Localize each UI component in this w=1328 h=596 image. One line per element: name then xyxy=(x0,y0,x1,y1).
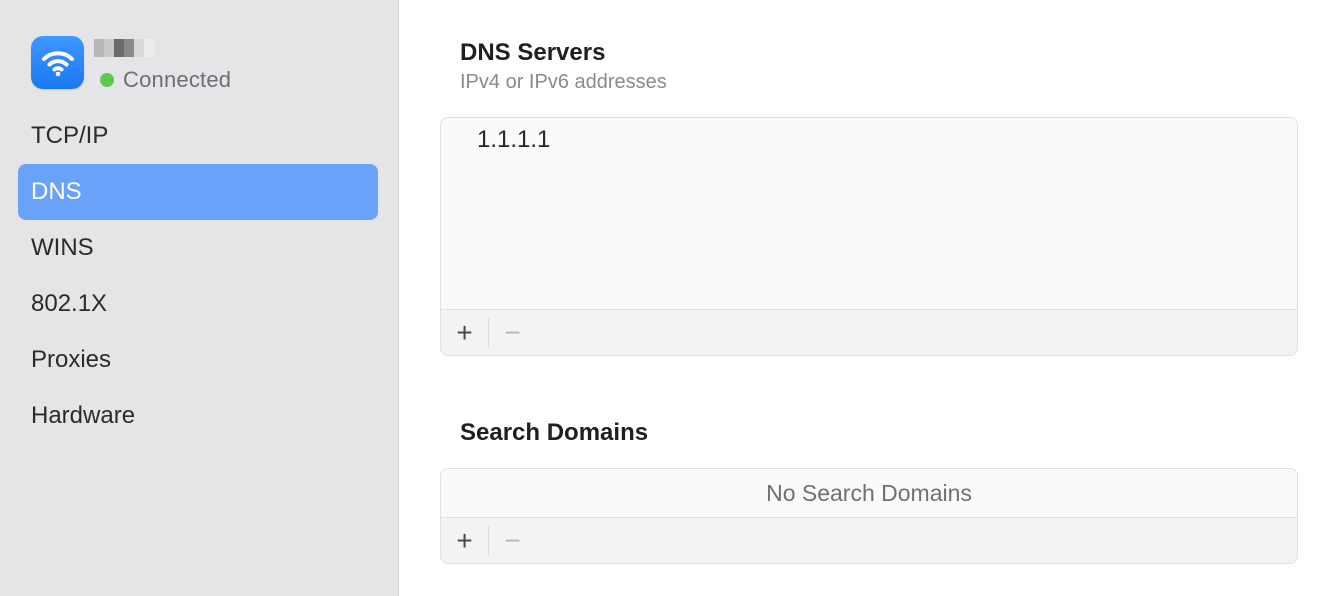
remove-search-domain-button[interactable]: − xyxy=(489,518,536,564)
remove-dns-server-button[interactable]: − xyxy=(489,310,536,356)
search-domains-toolbar: + − xyxy=(441,517,1297,563)
connected-status-dot-icon xyxy=(100,73,114,87)
sidebar: Connected TCP/IP DNS WINS 802.1X Proxies… xyxy=(0,0,399,596)
dns-servers-title: DNS Servers xyxy=(460,39,606,66)
sidebar-item-dns[interactable]: DNS xyxy=(18,164,378,220)
search-domains-title: Search Domains xyxy=(460,419,649,446)
sidebar-item-hardware[interactable]: Hardware xyxy=(18,388,378,444)
sidebar-item-tcp-ip[interactable]: TCP/IP xyxy=(18,108,378,164)
add-search-domain-button[interactable]: + xyxy=(441,518,488,564)
network-settings-window: Connected TCP/IP DNS WINS 802.1X Proxies… xyxy=(0,0,1328,596)
search-domains-empty-text: No Search Domains xyxy=(766,480,972,506)
dns-servers-toolbar: + − xyxy=(441,309,1297,355)
connection-status: Connected xyxy=(94,67,231,93)
sidebar-item-802-1x[interactable]: 802.1X xyxy=(18,276,378,332)
sidebar-item-wins[interactable]: WINS xyxy=(18,220,378,276)
dns-server-entry[interactable]: 1.1.1.1 xyxy=(477,126,550,154)
connection-status-text: Connected xyxy=(123,67,232,92)
network-name-redacted xyxy=(94,39,231,57)
dns-servers-list: 1.1.1.1 + − xyxy=(440,117,1298,356)
dns-servers-subtitle: IPv4 or IPv6 addresses xyxy=(460,71,667,93)
search-domains-list-body[interactable]: No Search Domains xyxy=(441,469,1297,517)
dns-servers-list-body[interactable]: 1.1.1.1 xyxy=(441,118,1297,309)
wifi-icon xyxy=(31,36,84,89)
search-domains-list: No Search Domains + − xyxy=(440,468,1298,564)
main-content: DNS Servers IPv4 or IPv6 addresses 1.1.1… xyxy=(399,0,1328,596)
network-header: Connected xyxy=(31,36,231,93)
sidebar-item-proxies[interactable]: Proxies xyxy=(18,332,378,388)
sidebar-nav: TCP/IP DNS WINS 802.1X Proxies Hardware xyxy=(18,108,378,444)
add-dns-server-button[interactable]: + xyxy=(441,310,488,356)
